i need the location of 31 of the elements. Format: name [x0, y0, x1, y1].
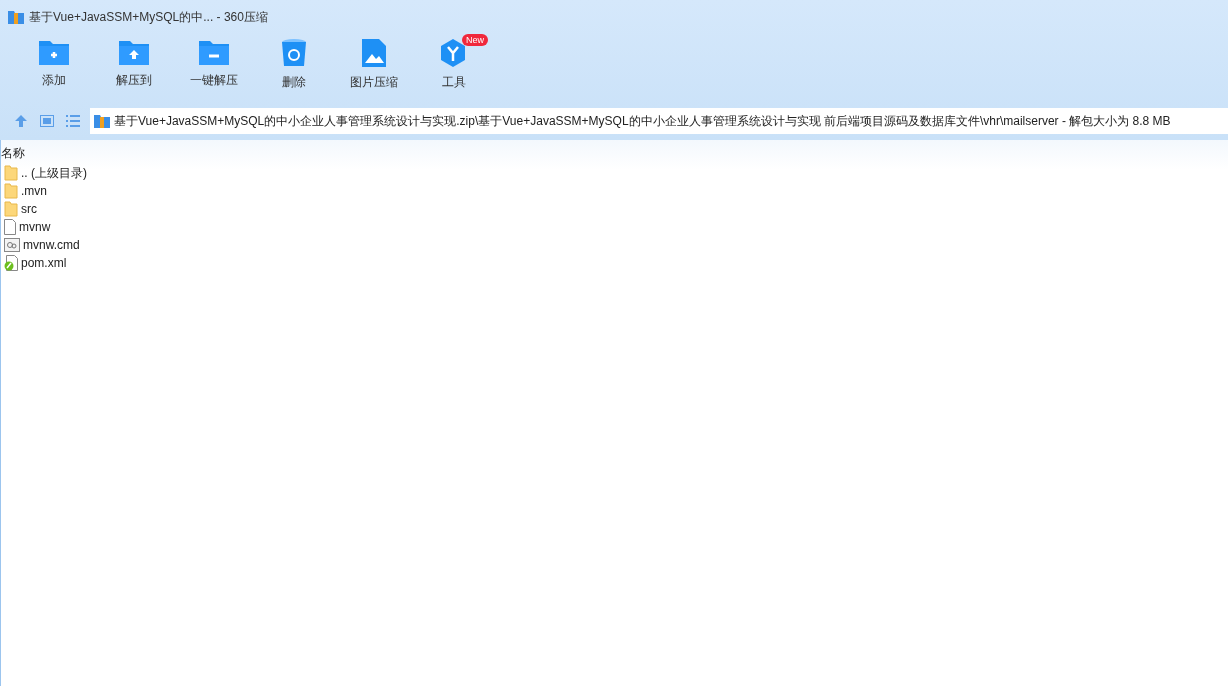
folder-icon: [4, 183, 18, 199]
toolbar-button[interactable]: 一键解压: [174, 38, 254, 94]
document-icon: [4, 219, 16, 235]
folder-upload-icon: [118, 38, 150, 66]
address-field[interactable]: 基于Vue+JavaSSM+MySQL的中小企业人事管理系统设计与实现.zip\基于Vue+JavaSSM+MySQL的中小企业人事管理系统设计与实现 前后端项目源码及数据库文件\vhr\mailserver - 解包大小为 8.8 MB: [90, 108, 1228, 134]
column-header[interactable]: 名称: [1, 140, 1228, 164]
file-name[interactable]: mvnw.cmd: [23, 238, 80, 252]
file-name[interactable]: .. (上级目录): [21, 164, 87, 182]
list-view-icon[interactable]: [64, 112, 82, 130]
file-name[interactable]: src: [21, 202, 37, 216]
window-title: 基于Vue+JavaSSM+MySQL的中... - 360压缩: [29, 8, 268, 26]
thumbnail-view-icon[interactable]: [38, 112, 56, 130]
file-name[interactable]: pom.xml: [21, 256, 67, 270]
folder-icon: [4, 165, 18, 181]
image-file-icon: [361, 38, 387, 68]
recycle-bin-icon: [281, 38, 307, 68]
folder-plus-icon: [38, 38, 70, 66]
xml-document-icon: [4, 255, 18, 271]
gear-window-icon: [4, 238, 20, 252]
folder-minus-icon: [198, 38, 230, 66]
folder-icon: [4, 201, 18, 217]
new-badge: New: [462, 34, 488, 46]
file-name[interactable]: .mvn: [21, 184, 47, 198]
toolbar-button[interactable]: 解压到: [94, 38, 174, 94]
archive-icon: [8, 10, 24, 24]
archive-icon: [94, 114, 110, 128]
toolbar-button[interactable]: 删除: [254, 38, 334, 94]
toolbar-button[interactable]: 添加: [14, 38, 94, 94]
toolbar-button[interactable]: 图片压缩: [334, 38, 414, 94]
path-text: 基于Vue+JavaSSM+MySQL的中小企业人事管理系统设计与实现.zip\基于Vue+JavaSSM+MySQL的中小企业人事管理系统设计与实现 前后端项目源码及数据库文件\vhr\mailserver - 解包大小为 8.8 MB: [114, 112, 1171, 130]
file-name[interactable]: mvnw: [19, 220, 51, 234]
